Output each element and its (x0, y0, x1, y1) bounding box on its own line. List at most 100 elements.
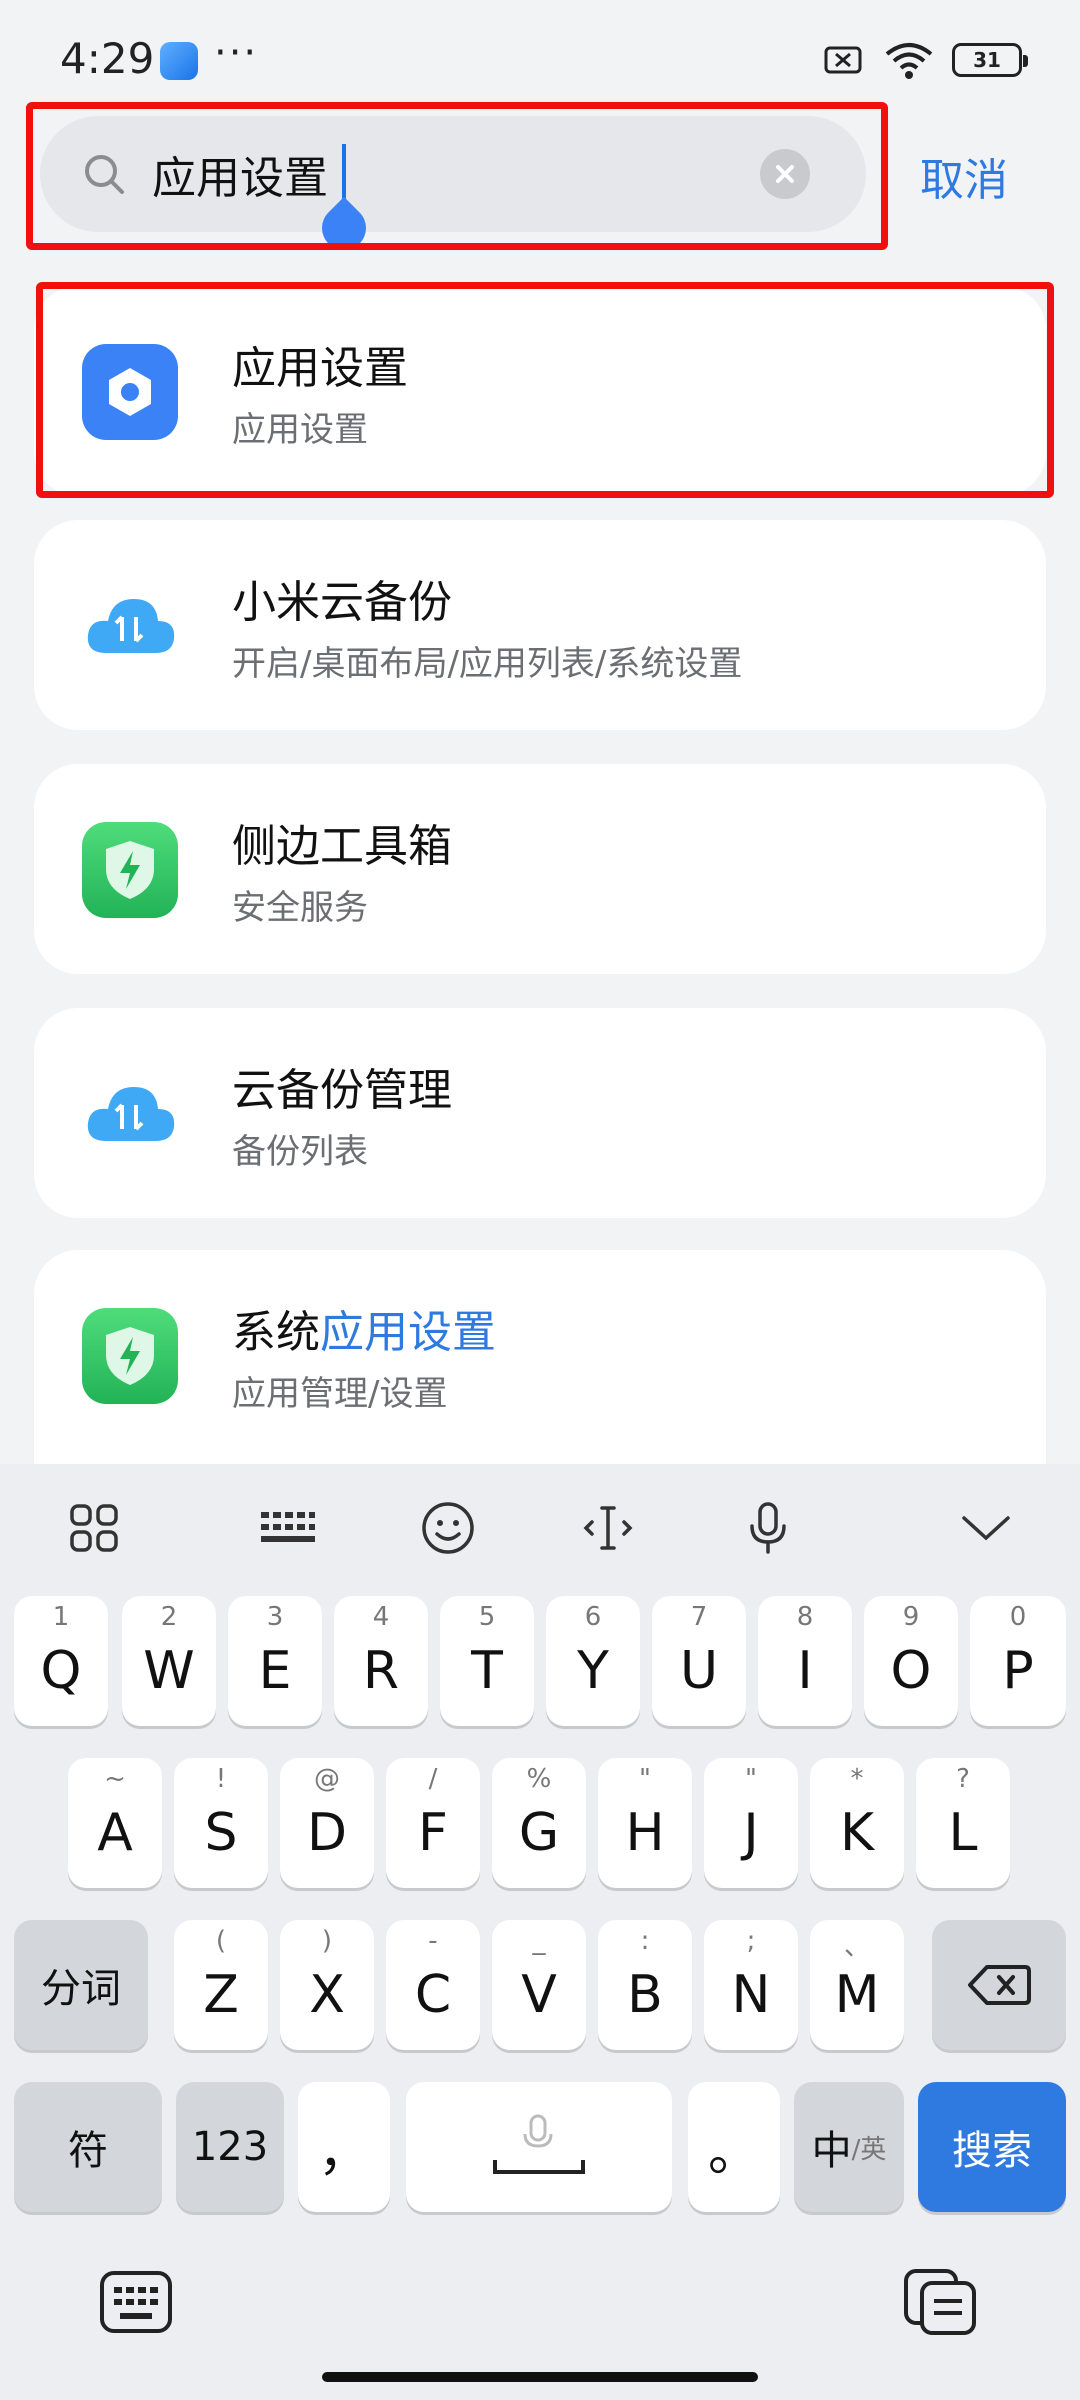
result-title: 小米云备份 (232, 577, 452, 628)
key-o[interactable]: 9O (864, 1596, 958, 1726)
key-search[interactable]: 搜索 (918, 2082, 1066, 2212)
search-input[interactable] (152, 138, 772, 210)
key-label: A (97, 1803, 133, 1863)
home-indicator[interactable] (322, 2372, 758, 2382)
key-hint: ! (215, 1764, 227, 1794)
key-j[interactable]: " J (704, 1758, 798, 1888)
keyboard-layout-icon[interactable] (258, 1498, 318, 1558)
key-d[interactable]: @ D (280, 1758, 374, 1888)
collapse-keyboard-icon[interactable] (956, 1498, 1016, 1558)
status-time: 4:29 (60, 34, 155, 83)
key-backspace[interactable] (932, 1920, 1066, 2050)
key-g[interactable]: % G (492, 1758, 586, 1888)
key-label: W (143, 1641, 195, 1701)
key-v[interactable]: _ V (492, 1920, 586, 2050)
more-notifications-icon: ··· (214, 30, 259, 76)
key-r[interactable]: 4R (334, 1596, 428, 1726)
result-title-plain: 系统 (232, 1307, 320, 1358)
key-hint: 3 (266, 1602, 284, 1632)
key-n[interactable]: ; N (704, 1920, 798, 2050)
result-subtitle: 安全服务 (232, 888, 368, 928)
result-item-app-settings[interactable]: 应用设置 应用设置 (34, 286, 1046, 496)
key-numbers[interactable]: 123 (176, 2082, 284, 2212)
key-language[interactable]: 中/英 (794, 2082, 904, 2212)
result-item-system-app-settings[interactable]: 系统应用设置 应用管理/设置 (34, 1250, 1046, 1464)
key-p[interactable]: 0P (970, 1596, 1066, 1726)
key-hint: ~ (104, 1764, 126, 1794)
key-label: Y (577, 1641, 609, 1701)
key-label: K (839, 1803, 875, 1863)
result-item-cloud-backup-manage[interactable]: 云备份管理 备份列表 (34, 1008, 1046, 1218)
key-period[interactable]: 。 (688, 2082, 780, 2212)
apps-grid-icon[interactable] (64, 1498, 124, 1558)
result-subtitle: 应用设置 (232, 410, 368, 450)
keyboard-switch-icon[interactable] (96, 2262, 176, 2342)
status-icons: 31 (822, 40, 1028, 80)
result-subtitle: 应用管理/设置 (232, 1374, 448, 1414)
key-label: U (679, 1641, 719, 1701)
key-space[interactable] (406, 2082, 672, 2212)
key-q[interactable]: 1Q (14, 1596, 108, 1726)
key-hint: 5 (478, 1602, 496, 1632)
key-a[interactable]: ~ A (68, 1758, 162, 1888)
keyboard: 1Q 2W 3E 4R 5T 6Y 7U 8I 9O 0P ~ A ! S @ D /… (0, 1464, 1080, 2400)
key-hint: 6 (584, 1602, 602, 1632)
key-label: M (834, 1965, 880, 2025)
wifi-icon (885, 43, 933, 79)
key-label: ， (317, 2122, 370, 2183)
key-hint: 8 (796, 1602, 814, 1632)
key-hint: / (428, 1764, 438, 1794)
key-label: G (518, 1803, 560, 1863)
key-hint: " (745, 1764, 757, 1794)
key-comma[interactable]: ， (298, 2082, 390, 2212)
key-t[interactable]: 5T (440, 1596, 534, 1726)
search-box[interactable] (40, 116, 866, 232)
emoji-icon[interactable] (418, 1498, 478, 1558)
key-y[interactable]: 6Y (546, 1596, 640, 1726)
key-label: I (797, 1641, 813, 1701)
key-z[interactable]: (Z (174, 1920, 268, 2050)
key-fenci[interactable]: 分词 (14, 1920, 148, 2050)
key-hint: 9 (902, 1602, 920, 1632)
key-symbols[interactable]: 符 (14, 2082, 162, 2212)
key-hint: ? (956, 1764, 970, 1794)
key-hint: 、 (843, 1932, 870, 1962)
key-hint: _ (532, 1926, 546, 1956)
key-h[interactable]: " H (598, 1758, 692, 1888)
microphone-icon[interactable] (738, 1498, 798, 1558)
key-label: C (414, 1965, 452, 2025)
key-s[interactable]: ! S (174, 1758, 268, 1888)
keyboard-toolbar (0, 1464, 1080, 1594)
key-sublabel: /英 (851, 2134, 887, 2165)
result-title: 应用设置 (232, 343, 408, 394)
shield-icon (82, 1308, 178, 1404)
key-label: N (731, 1965, 771, 2025)
cancel-button[interactable]: 取消 (920, 144, 1008, 208)
app-notification-icon (160, 42, 198, 80)
key-label: E (258, 1641, 292, 1701)
clear-search-button[interactable] (760, 149, 810, 199)
key-i[interactable]: 8I (758, 1596, 852, 1726)
clipboard-icon[interactable] (900, 2262, 980, 2342)
result-item-mi-cloud-backup[interactable]: 小米云备份 开启/桌面布局/应用列表/系统设置 (34, 520, 1046, 730)
result-title: 云备份管理 (232, 1065, 452, 1116)
result-subtitle: 开启/桌面布局/应用列表/系统设置 (232, 644, 743, 684)
key-b[interactable]: :B (598, 1920, 692, 2050)
key-hint: % (526, 1764, 552, 1794)
key-u[interactable]: 7U (652, 1596, 746, 1726)
key-e[interactable]: 3E (228, 1596, 322, 1726)
result-item-side-toolbox[interactable]: 侧边工具箱 安全服务 (34, 764, 1046, 974)
key-l[interactable]: ? L (916, 1758, 1010, 1888)
close-icon (776, 165, 794, 183)
key-label: J (743, 1803, 759, 1863)
search-row: 取消 (0, 100, 1080, 260)
key-k[interactable]: * K (810, 1758, 904, 1888)
key-c[interactable]: -C (386, 1920, 480, 2050)
key-hint: 0 (1009, 1602, 1027, 1632)
key-x[interactable]: ) X (280, 1920, 374, 2050)
key-w[interactable]: 2W (122, 1596, 216, 1726)
key-m[interactable]: 、 M (810, 1920, 904, 2050)
key-hint: 2 (160, 1602, 178, 1632)
key-f[interactable]: / F (386, 1758, 480, 1888)
cursor-move-icon[interactable] (578, 1498, 638, 1558)
